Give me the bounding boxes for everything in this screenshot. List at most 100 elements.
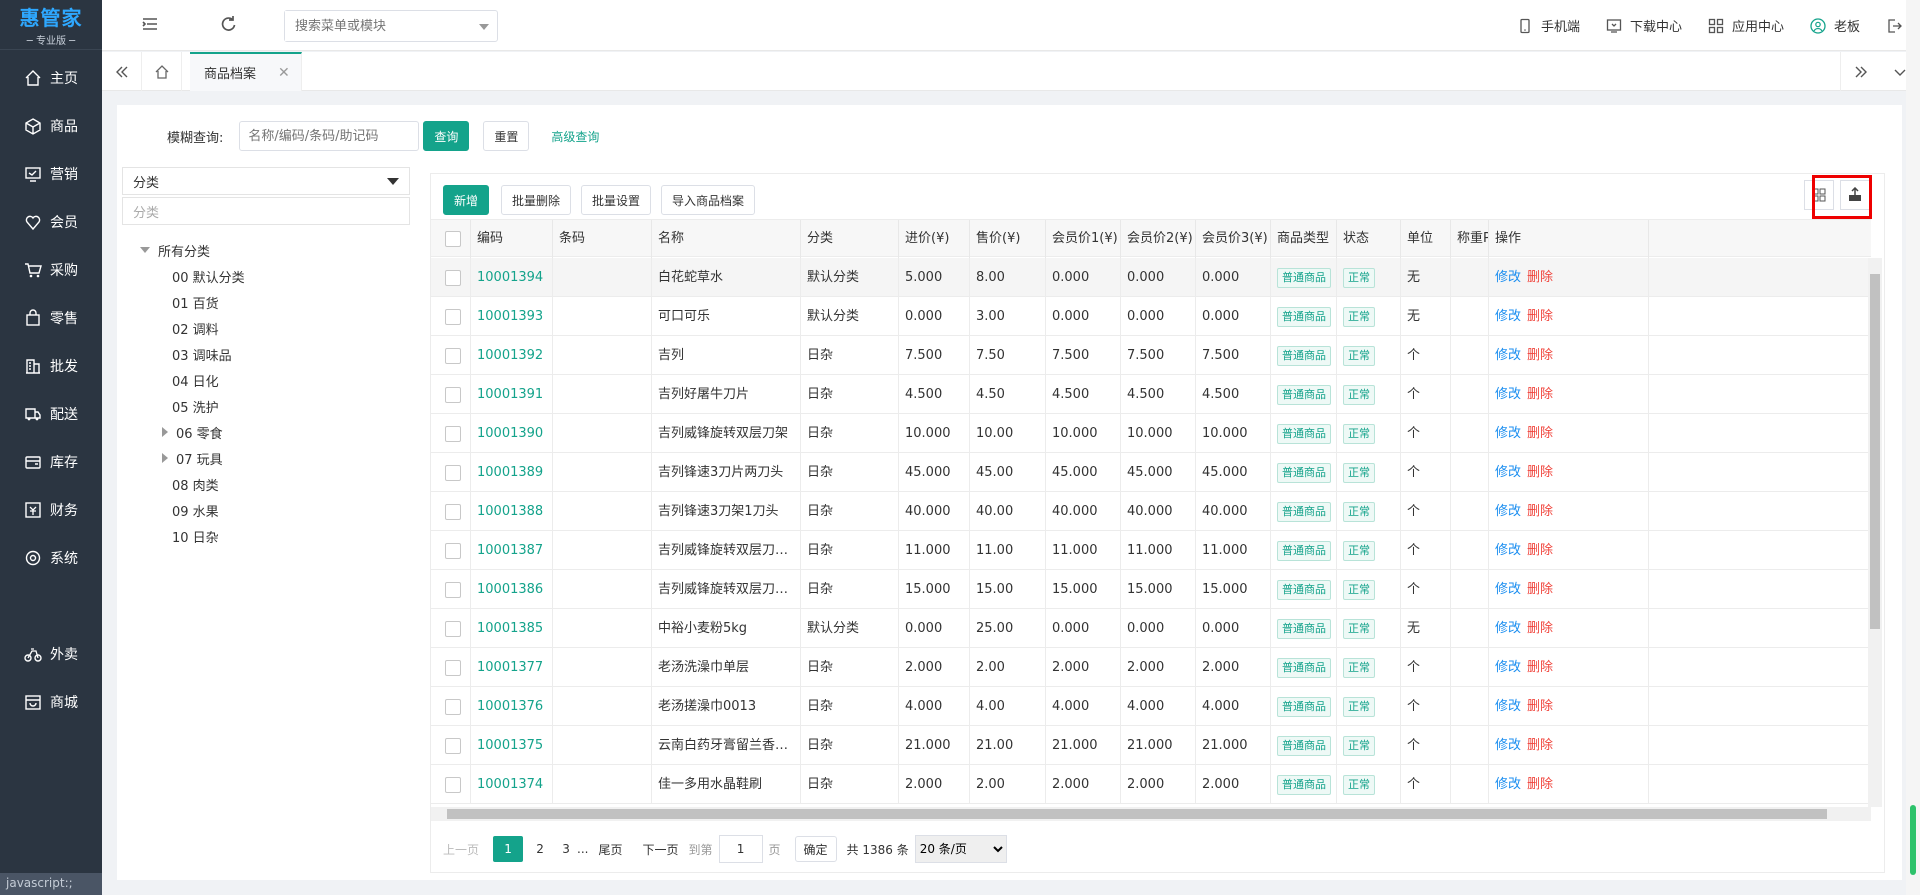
sidebar-item-bike[interactable]: 外卖	[0, 630, 102, 678]
refresh-icon[interactable]	[218, 14, 240, 36]
delete-link[interactable]: 删除	[1527, 426, 1553, 441]
edit-link[interactable]: 修改	[1495, 699, 1521, 714]
row-checkbox[interactable]	[431, 648, 471, 687]
next-page-button[interactable]: 下一页	[642, 841, 678, 858]
product-code-link[interactable]: 10001391	[477, 387, 543, 402]
table-row[interactable]: 10001376 老汤搓澡巾0013 日杂 4.000 4.00 4.000 4.000 4.…	[431, 687, 1871, 726]
column-header[interactable]: 售价(¥)	[970, 220, 1046, 258]
sidebar-item-finance[interactable]: 财务	[0, 486, 102, 534]
sidebar-item-home[interactable]: 主页	[0, 54, 102, 102]
page-scrollbar[interactable]	[1906, 0, 1920, 895]
delete-link[interactable]: 删除	[1527, 465, 1553, 480]
collapsed-arrow-icon[interactable]	[162, 427, 168, 437]
page-2[interactable]: 2	[525, 836, 555, 862]
tree-root[interactable]: 所有分类	[122, 237, 410, 263]
advanced-query-link[interactable]: 高级查询	[551, 128, 599, 145]
product-code-link[interactable]: 10001375	[477, 738, 543, 753]
sidebar-item-wallet[interactable]: 库存	[0, 438, 102, 486]
column-header[interactable]: 会员价1(¥)	[1046, 220, 1121, 258]
goto-confirm-button[interactable]: 确定	[794, 836, 837, 862]
column-header[interactable]: 称重PL	[1451, 220, 1489, 258]
table-row[interactable]: 10001392 吉列 日杂 7.500 7.50 7.500 7.500 7.500 普通商品…	[431, 336, 1871, 375]
column-header[interactable]: 进价(¥)	[899, 220, 970, 258]
edit-link[interactable]: 修改	[1495, 426, 1521, 441]
goto-page-input[interactable]: 1	[718, 835, 763, 863]
product-code-link[interactable]: 10001388	[477, 504, 543, 519]
export-button[interactable]	[1812, 175, 1872, 219]
delete-link[interactable]: 删除	[1527, 582, 1553, 597]
sidebar-item-truck[interactable]: 配送	[0, 390, 102, 438]
page-3[interactable]: 3	[557, 836, 575, 862]
prev-page-button[interactable]: 上一页	[443, 841, 479, 858]
sidebar-item-building[interactable]: 批发	[0, 342, 102, 390]
query-button[interactable]: 查询	[423, 121, 470, 151]
delete-link[interactable]: 删除	[1527, 777, 1553, 792]
tree-item[interactable]: 03 调味品	[122, 341, 410, 367]
column-header[interactable]: 操作	[1489, 220, 1649, 258]
tree-item[interactable]: 09 水果	[122, 497, 410, 523]
category-filter-input[interactable]: 分类	[122, 197, 410, 225]
sidebar-item-settings[interactable]: 系统	[0, 534, 102, 582]
table-row[interactable]: 10001387 吉列威锋旋转双层刀片3... 日杂 11.000 11.00 11.00…	[431, 531, 1871, 570]
header-link-user[interactable]: 老板	[1810, 16, 1860, 35]
edit-link[interactable]: 修改	[1495, 660, 1521, 675]
column-header[interactable]: 条码	[553, 220, 652, 258]
sidebar-item-monitor[interactable]: 营销	[0, 150, 102, 198]
row-checkbox[interactable]	[431, 375, 471, 414]
product-code-link[interactable]: 10001376	[477, 699, 543, 714]
edit-link[interactable]: 修改	[1495, 582, 1521, 597]
page-size-select[interactable]: 20 条/页	[914, 835, 1007, 863]
table-row[interactable]: 10001394 白花蛇草水 默认分类 5.000 8.00 0.000 0.000 0.00…	[431, 258, 1871, 297]
menu-toggle-icon[interactable]	[140, 14, 162, 36]
import-products-button[interactable]: 导入商品档案	[661, 185, 756, 215]
edit-link[interactable]: 修改	[1495, 777, 1521, 792]
edit-link[interactable]: 修改	[1495, 543, 1521, 558]
vertical-scrollbar[interactable]	[1868, 258, 1882, 807]
add-button[interactable]: 新增	[443, 185, 490, 215]
close-icon[interactable]: ✕	[278, 65, 290, 81]
tree-item[interactable]: 01 百货	[122, 289, 410, 315]
scroll-left-icon[interactable]	[102, 52, 142, 91]
delete-link[interactable]: 删除	[1527, 504, 1553, 519]
sidebar-item-cart[interactable]: 采购	[0, 246, 102, 294]
row-checkbox[interactable]	[431, 687, 471, 726]
table-row[interactable]: 10001385 中裕小麦粉5kg 默认分类 0.000 25.00 0.000 0.000…	[431, 609, 1871, 648]
table-row[interactable]: 10001388 吉列锋速3刀架1刀头 日杂 40.000 40.00 40.000 40.…	[431, 492, 1871, 531]
tree-item[interactable]: 07 玩具	[122, 445, 410, 471]
tree-item[interactable]: 05 洗护	[122, 393, 410, 419]
table-row[interactable]: 10001386 吉列威锋旋转双层刀架及... 日杂 15.000 15.00 15.00…	[431, 570, 1871, 609]
row-checkbox[interactable]	[431, 336, 471, 375]
delete-link[interactable]: 删除	[1527, 621, 1553, 636]
edit-link[interactable]: 修改	[1495, 465, 1521, 480]
batch-delete-button[interactable]: 批量删除	[501, 185, 572, 215]
product-code-link[interactable]: 10001377	[477, 660, 543, 675]
table-row[interactable]: 10001391 吉列好屠牛刀片 日杂 4.500 4.50 4.500 4.500 4.50…	[431, 375, 1871, 414]
edit-link[interactable]: 修改	[1495, 504, 1521, 519]
logo[interactable]: 惠管家 ─ 专业版 ─	[0, 0, 102, 50]
row-checkbox[interactable]	[431, 258, 471, 297]
column-header[interactable]: 名称	[652, 220, 801, 258]
edit-link[interactable]: 修改	[1495, 348, 1521, 363]
reset-button[interactable]: 重置	[483, 121, 530, 151]
product-code-link[interactable]: 10001387	[477, 543, 543, 558]
table-row[interactable]: 10001377 老汤洗澡巾单层 日杂 2.000 2.00 2.000 2.000 2.00…	[431, 648, 1871, 687]
header-link-phone[interactable]: 手机端	[1517, 16, 1580, 35]
product-code-link[interactable]: 10001374	[477, 777, 543, 792]
scroll-thumb[interactable]	[1910, 805, 1916, 875]
delete-link[interactable]: 删除	[1527, 270, 1553, 285]
fuzzy-query-input[interactable]	[239, 121, 420, 151]
row-checkbox[interactable]	[431, 570, 471, 609]
delete-link[interactable]: 删除	[1527, 543, 1553, 558]
last-page-button[interactable]: 尾页	[598, 841, 622, 858]
select-all-checkbox[interactable]	[431, 220, 471, 258]
header-link-download[interactable]: 下载中心	[1606, 16, 1682, 35]
sidebar-item-bag[interactable]: 零售	[0, 294, 102, 342]
tree-item[interactable]: 08 肉类	[122, 471, 410, 497]
product-code-link[interactable]: 10001385	[477, 621, 543, 636]
table-row[interactable]: 10001389 吉列锋速3刀片两刀头 日杂 45.000 45.00 45.000 45.…	[431, 453, 1871, 492]
delete-link[interactable]: 删除	[1527, 738, 1553, 753]
sidebar-item-store[interactable]: 商城	[0, 678, 102, 726]
tree-item[interactable]: 04 日化	[122, 367, 410, 393]
page-1[interactable]: 1	[493, 836, 524, 862]
table-row[interactable]: 10001375 云南白药牙膏留兰香型90g 日杂 21.000 21.00 21.000…	[431, 726, 1871, 765]
